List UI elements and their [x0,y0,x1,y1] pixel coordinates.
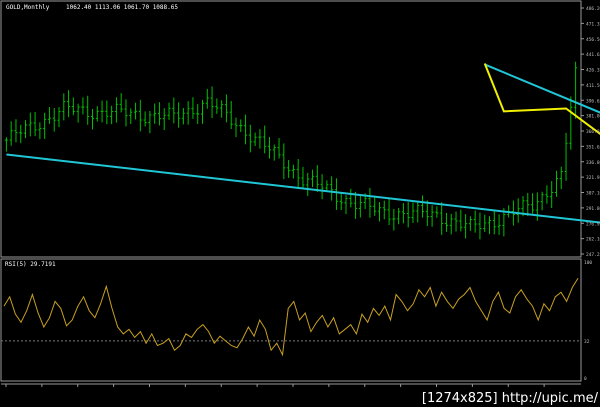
watermark: [1274x825] http://upic.me/ [422,391,599,406]
price-tick-label: 291.80 [586,206,600,212]
price-tick-label: 276.95 [586,221,600,227]
price-tick-label: 336.80 [586,160,600,166]
price-tick-label: 247.25 [586,252,600,258]
price-tick-label: 262.10 [586,237,600,243]
price-tick-label: 321.95 [586,175,600,181]
price-tick-label: 486.20 [586,6,600,12]
price-tick-label: 307.10 [586,191,600,197]
price-tick-label: 396.65 [586,98,600,104]
rsi-tick-label: 0 [584,376,587,382]
rsi-label: RSI(5) 29.7191 [5,261,56,268]
price-tick-label: 411.50 [586,83,600,89]
price-tick-label: 456.50 [586,37,600,43]
price-tick-label: 381.80 [586,114,600,120]
price-tick-label: 471.35 [586,21,600,27]
chart: GOLD,Monthly 1062.40 1113.06 1061.70 108… [0,0,600,407]
price-tick-label: 351.65 [586,144,600,150]
symbol-label: GOLD,Monthly [6,4,50,11]
rsi-tick-label: 32 [584,339,590,345]
ohlc-label: 1062.40 1113.06 1061.70 1088.65 [66,4,178,11]
price-tick-label: 366.95 [586,129,600,135]
price-tick-label: 426.35 [586,68,600,74]
rsi-tick-label: 100 [584,260,592,266]
price-tick-label: 441.65 [586,52,600,58]
